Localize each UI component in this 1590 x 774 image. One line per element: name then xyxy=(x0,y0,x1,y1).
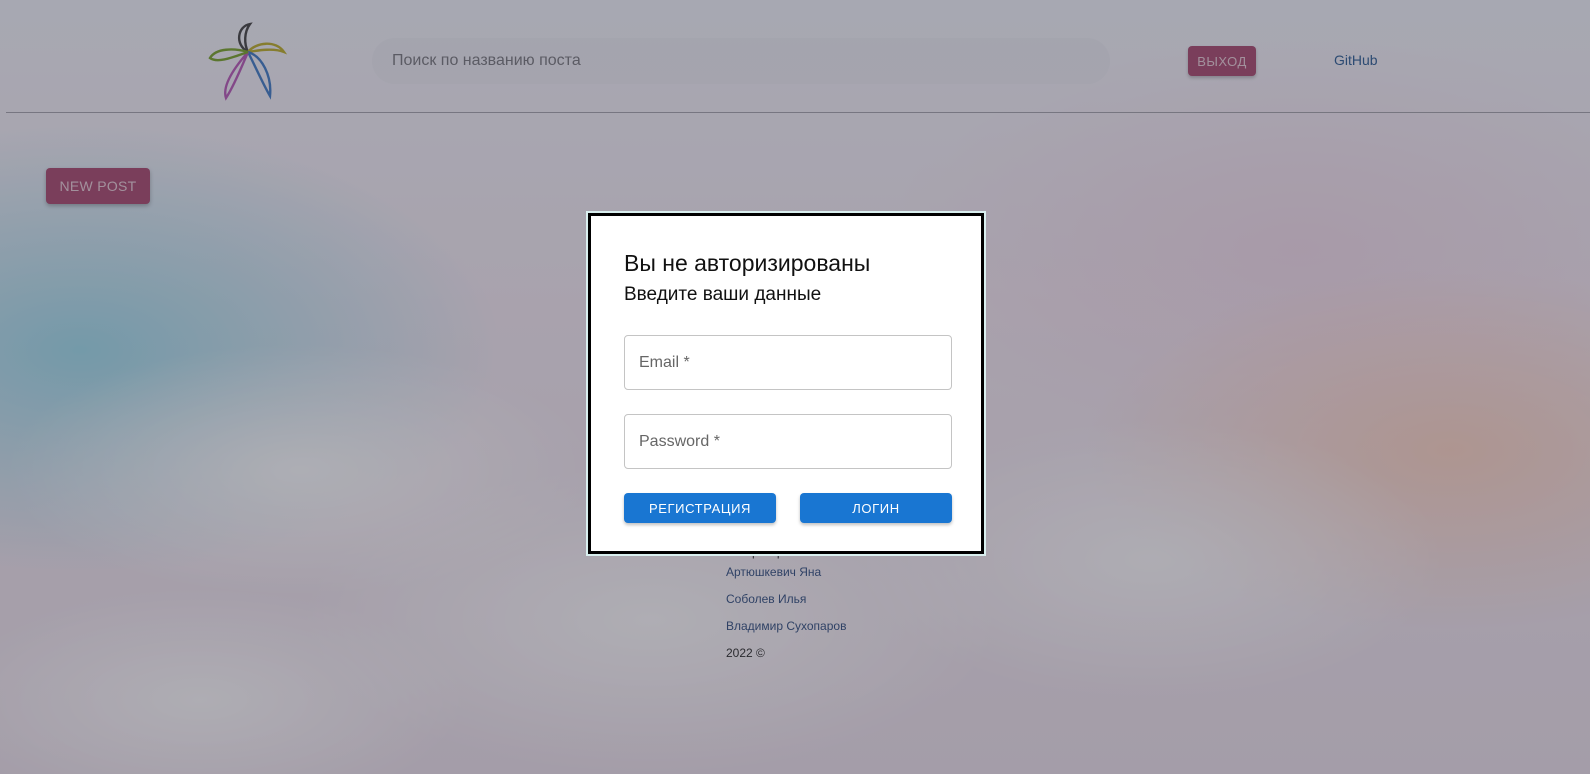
auth-modal-frame: Вы не авторизированы Введите ваши данные… xyxy=(586,211,986,556)
email-field xyxy=(624,335,952,390)
password-field xyxy=(624,414,952,469)
auth-modal: Вы не авторизированы Введите ваши данные… xyxy=(588,213,984,554)
register-button[interactable]: РЕГИСТРАЦИЯ xyxy=(624,493,776,523)
modal-title: Вы не авторизированы xyxy=(624,250,871,276)
login-button[interactable]: ЛОГИН xyxy=(800,493,952,523)
modal-subtitle: Введите ваши данные xyxy=(624,284,822,305)
email-input[interactable] xyxy=(625,336,951,389)
password-input[interactable] xyxy=(625,415,951,468)
